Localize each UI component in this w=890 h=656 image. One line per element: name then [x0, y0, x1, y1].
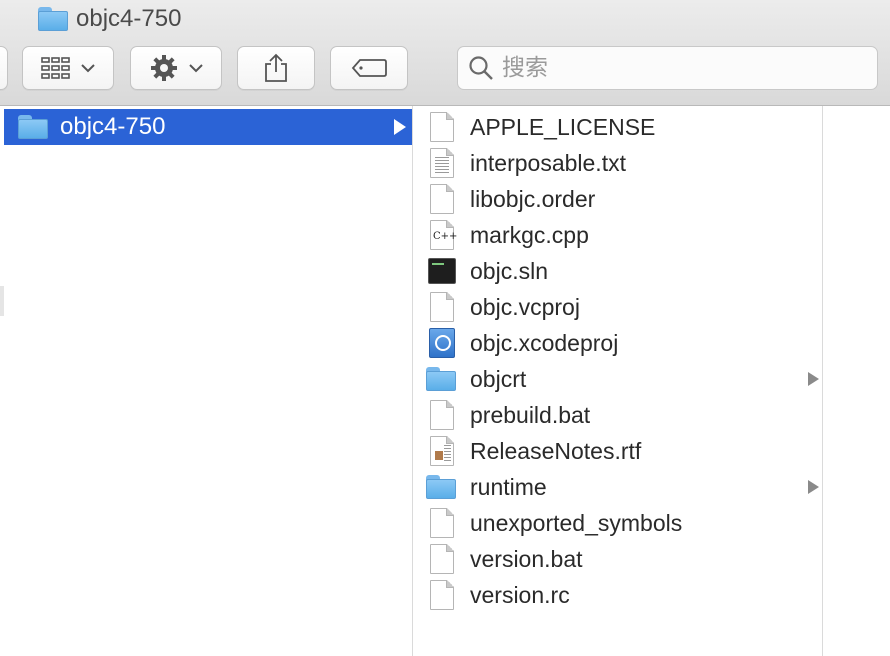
file-row[interactable]: C++ markgc.cpp: [414, 217, 823, 253]
share-button[interactable]: [237, 46, 315, 90]
folder-icon: [426, 475, 456, 499]
file-name: objc.xcodeproj: [470, 330, 619, 356]
action-button[interactable]: [130, 46, 222, 90]
chevron-down-icon: [189, 64, 203, 73]
parent-column: objc4-750: [0, 106, 413, 656]
column-edge: [0, 286, 4, 316]
disclosure-arrow-icon: [808, 480, 819, 494]
file-row[interactable]: runtime: [414, 469, 823, 505]
search-input[interactable]: [502, 55, 862, 81]
terminal-file-icon: [428, 256, 456, 286]
file-name: prebuild.bat: [470, 402, 591, 428]
tag-icon: [351, 59, 387, 77]
file-name: ReleaseNotes.rtf: [470, 438, 642, 464]
cpp-file-icon: C++: [428, 220, 457, 250]
document-icon: [428, 580, 456, 610]
file-name: interposable.txt: [470, 150, 626, 176]
file-row[interactable]: libobjc.order: [414, 181, 823, 217]
file-row[interactable]: prebuild.bat: [414, 397, 823, 433]
window-title: objc4-750: [38, 4, 181, 34]
gear-icon: [151, 55, 177, 81]
folder-icon: [18, 115, 48, 139]
document-icon: [428, 544, 456, 574]
share-icon: [265, 53, 287, 82]
document-icon: [428, 184, 456, 214]
file-name: objc.vcproj: [470, 294, 580, 320]
file-row[interactable]: version.bat: [414, 541, 823, 577]
document-icon: [428, 112, 456, 142]
file-name: markgc.cpp: [470, 222, 589, 248]
disclosure-arrow-icon: [394, 119, 406, 135]
file-name: libobjc.order: [470, 186, 596, 212]
file-name: APPLE_LICENSE: [470, 114, 656, 140]
selected-folder-row[interactable]: objc4-750: [4, 109, 412, 145]
rtf-document-icon: [428, 436, 456, 466]
toolbar: objc4-750: [0, 0, 890, 106]
file-row[interactable]: ReleaseNotes.rtf: [414, 433, 823, 469]
file-name: objc.sln: [470, 258, 548, 284]
file-row[interactable]: objc.sln: [414, 253, 823, 289]
text-document-icon: [428, 148, 456, 178]
document-icon: [428, 400, 456, 430]
contents-column: APPLE_LICENSE interposable.txt libobjc.ord…: [414, 106, 823, 656]
search-field[interactable]: [457, 46, 878, 90]
document-icon: [428, 508, 456, 538]
folder-icon: [38, 7, 68, 31]
document-icon: [428, 292, 456, 322]
disclosure-arrow-icon: [808, 372, 819, 386]
file-row[interactable]: objcrt: [414, 361, 823, 397]
xcode-project-icon: [428, 328, 456, 358]
file-name: unexported_symbols: [470, 510, 683, 536]
grid-view-icon: [41, 57, 70, 79]
file-name: version.bat: [470, 546, 583, 572]
folder-icon: [426, 367, 456, 391]
preview-column: [824, 106, 890, 656]
file-row[interactable]: interposable.txt: [414, 145, 823, 181]
window-title-text: objc4-750: [76, 5, 182, 32]
file-row[interactable]: objc.vcproj: [414, 289, 823, 325]
file-name: version.rc: [470, 582, 570, 608]
view-options-button[interactable]: [22, 46, 114, 90]
file-name: objcrt: [470, 366, 527, 392]
file-name: runtime: [470, 474, 547, 500]
file-row[interactable]: unexported_symbols: [414, 505, 823, 541]
file-row[interactable]: APPLE_LICENSE: [414, 109, 823, 145]
tags-button[interactable]: [330, 46, 408, 90]
chevron-down-icon: [81, 64, 95, 73]
folder-label: objc4-750: [60, 113, 166, 140]
back-button[interactable]: [0, 46, 8, 90]
file-row[interactable]: objc.xcodeproj: [414, 325, 823, 361]
file-row[interactable]: version.rc: [414, 577, 823, 613]
search-icon: [469, 56, 493, 80]
